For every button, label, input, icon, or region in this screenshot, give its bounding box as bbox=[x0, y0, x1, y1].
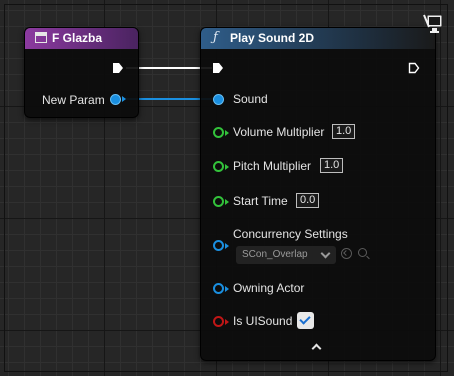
pin-direction-icon bbox=[225, 286, 229, 292]
exec-input-pin-icon[interactable] bbox=[212, 62, 224, 74]
exec-output-pin-icon[interactable] bbox=[408, 62, 420, 74]
getter-output-label: New Param bbox=[42, 93, 105, 107]
getter-node-header[interactable]: F Glazba bbox=[25, 28, 138, 49]
variable-getter-node[interactable]: F Glazba New Param bbox=[24, 27, 139, 118]
use-selected-icon[interactable] bbox=[341, 248, 352, 259]
pin-direction-icon bbox=[122, 96, 126, 102]
concurrency-settings-dropdown[interactable]: SCon_Overlap bbox=[236, 246, 336, 264]
volume-multiplier-pin[interactable] bbox=[213, 127, 224, 138]
pin-direction-icon bbox=[225, 199, 229, 205]
start-time-label: Start Time bbox=[233, 194, 288, 208]
pin-direction-icon bbox=[225, 243, 229, 249]
pin-direction-icon bbox=[225, 130, 229, 136]
concurrency-settings-label: Concurrency Settings bbox=[233, 227, 348, 241]
play-sound-node-header[interactable]: ƒ Play Sound 2D bbox=[201, 28, 435, 49]
concurrency-settings-value: SCon_Overlap bbox=[242, 249, 308, 260]
sound-label: Sound bbox=[233, 92, 268, 106]
function-icon: ƒ bbox=[213, 30, 218, 45]
pitch-multiplier-pin[interactable] bbox=[213, 161, 224, 172]
play-sound-node-title: Play Sound 2D bbox=[230, 31, 315, 45]
exec-output-pin-icon[interactable] bbox=[112, 62, 124, 74]
getter-node-title: F Glazba bbox=[52, 31, 103, 45]
browse-icon[interactable] bbox=[358, 248, 367, 257]
start-time-input[interactable]: 0.0 bbox=[296, 193, 320, 208]
variable-icon bbox=[35, 32, 47, 43]
pitch-multiplier-label: Pitch Multiplier bbox=[233, 159, 312, 173]
volume-multiplier-input[interactable]: 1.0 bbox=[332, 124, 356, 139]
pin-direction-icon bbox=[225, 164, 229, 170]
pin-direction-icon bbox=[225, 319, 229, 325]
owning-actor-label: Owning Actor bbox=[233, 281, 305, 295]
pitch-multiplier-input[interactable]: 1.0 bbox=[320, 158, 344, 173]
is-ui-sound-label: Is UISound bbox=[233, 314, 293, 328]
volume-multiplier-label: Volume Multiplier bbox=[233, 125, 325, 139]
start-time-pin[interactable] bbox=[213, 196, 224, 207]
is-ui-sound-pin[interactable] bbox=[213, 316, 224, 327]
concurrency-settings-pin[interactable] bbox=[213, 240, 224, 251]
chevron-down-icon bbox=[320, 248, 331, 259]
is-ui-sound-checkbox[interactable] bbox=[297, 312, 314, 329]
sound-input-pin[interactable] bbox=[213, 94, 224, 105]
client-only-icon bbox=[423, 14, 443, 33]
owning-actor-pin[interactable] bbox=[213, 283, 224, 294]
new-param-output-pin[interactable] bbox=[110, 94, 121, 105]
